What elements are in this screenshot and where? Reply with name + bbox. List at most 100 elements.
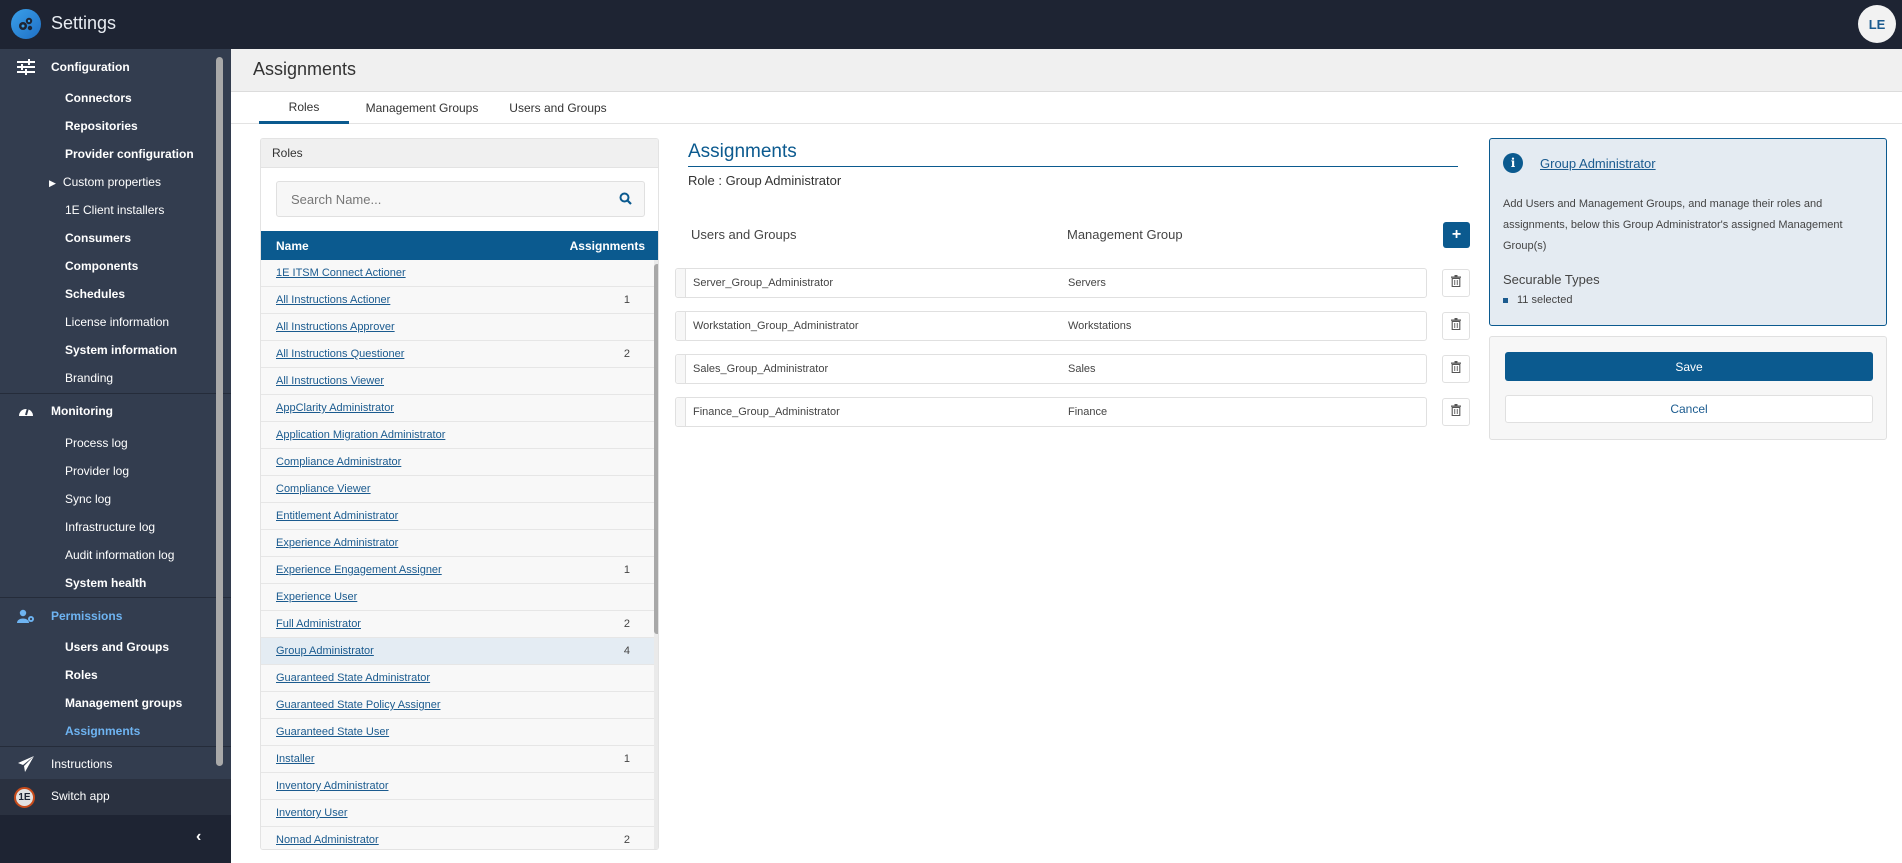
assignment-row[interactable]: Sales_Group_Administrator Sales (675, 354, 1427, 384)
role-name-link[interactable]: All Instructions Questioner (276, 348, 404, 360)
sidebar-item-custom-properties[interactable]: ▶ Custom properties (49, 172, 161, 192)
delete-assignment-button[interactable] (1442, 398, 1470, 426)
role-row[interactable]: Guaranteed State User (261, 719, 654, 746)
sidebar-item-roles[interactable]: Roles (65, 665, 98, 685)
column-header-name[interactable]: Name (276, 239, 309, 253)
role-name-link[interactable]: 1E ITSM Connect Actioner (276, 267, 406, 279)
trash-icon (1451, 360, 1461, 378)
sidebar-item-schedules[interactable]: Schedules (65, 284, 125, 304)
save-button[interactable]: Save (1505, 352, 1873, 381)
role-row[interactable]: Experience Engagement Assigner 1 (261, 557, 654, 584)
sidebar-item-provider-configuration[interactable]: Provider configuration (65, 144, 194, 164)
role-name-link[interactable]: Inventory User (276, 807, 348, 819)
role-name-link[interactable]: AppClarity Administrator (276, 402, 394, 414)
role-name-link[interactable]: Experience Administrator (276, 537, 398, 549)
role-row[interactable]: Entitlement Administrator (261, 503, 654, 530)
cancel-button[interactable]: Cancel (1505, 395, 1873, 423)
sidebar-item-license-information[interactable]: License information (65, 312, 169, 332)
delete-assignment-button[interactable] (1442, 312, 1470, 340)
chevron-left-icon[interactable]: ‹ (196, 828, 201, 846)
role-row[interactable]: Nomad Administrator 2 (261, 827, 654, 849)
drag-handle[interactable] (676, 269, 686, 297)
role-row[interactable]: All Instructions Actioner 1 (261, 287, 654, 314)
role-name-link[interactable]: Group Administrator (276, 645, 374, 657)
sidebar-item-system-health[interactable]: System health (65, 573, 146, 593)
add-assignment-button[interactable]: + (1443, 222, 1470, 248)
role-name-link[interactable]: Application Migration Administrator (276, 429, 445, 441)
role-row[interactable]: AppClarity Administrator (261, 395, 654, 422)
role-row[interactable]: All Instructions Viewer (261, 368, 654, 395)
search-icon[interactable] (619, 192, 632, 210)
role-name-link[interactable]: All Instructions Viewer (276, 375, 384, 387)
role-row[interactable]: Inventory User (261, 800, 654, 827)
delete-assignment-button[interactable] (1442, 355, 1470, 383)
drag-handle[interactable] (676, 312, 686, 340)
roles-scrollbar-thumb[interactable] (654, 264, 658, 634)
sidebar-item-repositories[interactable]: Repositories (65, 116, 138, 136)
sidebar-item-consumers[interactable]: Consumers (65, 228, 131, 248)
role-name-link[interactable]: Guaranteed State Policy Assigner (276, 699, 440, 711)
role-row[interactable]: Experience User (261, 584, 654, 611)
column-header-assignments[interactable]: Assignments (570, 239, 645, 253)
role-row[interactable]: 1E ITSM Connect Actioner (261, 260, 654, 287)
sidebar-item-assignments[interactable]: Assignments (65, 721, 140, 741)
role-name-link[interactable]: Nomad Administrator (276, 834, 379, 846)
management-group-value: Servers (1068, 277, 1106, 289)
sidebar-item-provider-log[interactable]: Provider log (65, 461, 129, 481)
role-name-link[interactable]: Entitlement Administrator (276, 510, 398, 522)
tab-users-and-groups[interactable]: Users and Groups (503, 92, 613, 124)
sidebar-item-branding[interactable]: Branding (65, 368, 113, 388)
tab-roles[interactable]: Roles (259, 92, 349, 124)
assignment-row[interactable]: Finance_Group_Administrator Finance (675, 397, 1427, 427)
role-name-link[interactable]: All Instructions Approver (276, 321, 395, 333)
role-row[interactable]: Inventory Administrator (261, 773, 654, 800)
role-name-link[interactable]: Guaranteed State Administrator (276, 672, 430, 684)
sidebar-item-process-log[interactable]: Process log (65, 433, 128, 453)
sidebar-item-client-installers[interactable]: 1E Client installers (65, 200, 164, 220)
assignment-row[interactable]: Workstation_Group_Administrator Workstati… (675, 311, 1427, 341)
delete-assignment-button[interactable] (1442, 269, 1470, 297)
sidebar-section-permissions[interactable]: Permissions (0, 601, 216, 631)
tab-management-groups[interactable]: Management Groups (361, 92, 483, 124)
drag-handle[interactable] (676, 398, 686, 426)
role-row[interactable]: Group Administrator 4 (261, 638, 654, 665)
role-row[interactable]: Guaranteed State Administrator (261, 665, 654, 692)
sidebar-section-configuration[interactable]: Configuration (0, 52, 216, 82)
role-name-link[interactable]: Guaranteed State User (276, 726, 389, 738)
role-name-link[interactable]: Experience User (276, 591, 357, 603)
sidebar-section-instructions[interactable]: Instructions (0, 749, 216, 779)
role-row[interactable]: Compliance Administrator (261, 449, 654, 476)
role-row[interactable]: All Instructions Questioner 2 (261, 341, 654, 368)
assignment-row[interactable]: Server_Group_Administrator Servers (675, 268, 1427, 298)
switch-app-button[interactable]: 1E Switch app (0, 779, 231, 815)
sidebar-section-monitoring[interactable]: Monitoring (0, 396, 216, 426)
role-row[interactable]: Full Administrator 2 (261, 611, 654, 638)
role-name-link[interactable]: Full Administrator (276, 618, 361, 630)
drag-handle[interactable] (676, 355, 686, 383)
roles-scrollbar[interactable] (654, 260, 658, 849)
role-info-title[interactable]: Group Administrator (1540, 156, 1656, 171)
role-search-input[interactable] (277, 182, 607, 216)
role-name-link[interactable]: Experience Engagement Assigner (276, 564, 442, 576)
role-name-link[interactable]: Compliance Administrator (276, 456, 401, 468)
role-name-link[interactable]: Installer (276, 753, 315, 765)
role-row[interactable]: Experience Administrator (261, 530, 654, 557)
role-row[interactable]: Guaranteed State Policy Assigner (261, 692, 654, 719)
user-avatar[interactable]: LE (1858, 5, 1896, 43)
sidebar-item-connectors[interactable]: Connectors (65, 88, 132, 108)
role-name-link[interactable]: All Instructions Actioner (276, 294, 390, 306)
sidebar-item-infrastructure-log[interactable]: Infrastructure log (65, 517, 155, 537)
sidebar-scrollbar[interactable] (216, 57, 223, 766)
role-name-link[interactable]: Inventory Administrator (276, 780, 389, 792)
sidebar-item-users-and-groups[interactable]: Users and Groups (65, 637, 169, 657)
role-name-link[interactable]: Compliance Viewer (276, 483, 371, 495)
sidebar-item-audit-information-log[interactable]: Audit information log (65, 545, 174, 565)
sidebar-item-system-information[interactable]: System information (65, 340, 177, 360)
sidebar-item-components[interactable]: Components (65, 256, 138, 276)
role-row[interactable]: All Instructions Approver (261, 314, 654, 341)
role-row[interactable]: Compliance Viewer (261, 476, 654, 503)
sidebar-item-management-groups[interactable]: Management groups (65, 693, 182, 713)
role-row[interactable]: Application Migration Administrator (261, 422, 654, 449)
role-row[interactable]: Installer 1 (261, 746, 654, 773)
sidebar-item-sync-log[interactable]: Sync log (65, 489, 111, 509)
